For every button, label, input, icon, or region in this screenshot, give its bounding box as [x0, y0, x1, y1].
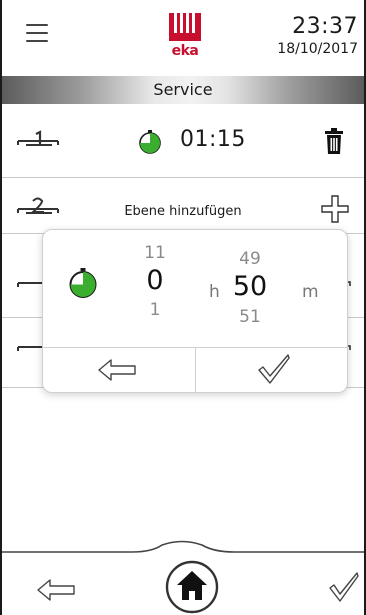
dialog-button-divider [195, 348, 196, 392]
eka-logo-mark [169, 13, 201, 41]
plus-icon[interactable] [320, 194, 350, 224]
arrow-left-icon[interactable] [97, 358, 137, 382]
timer-icon [139, 130, 161, 154]
level-row-1: 01:15 [2, 112, 364, 178]
minutes-current[interactable]: 50 [229, 270, 271, 304]
home-icon[interactable] [165, 560, 219, 614]
page-title: Service [2, 76, 364, 104]
hours-next[interactable]: 1 [135, 298, 175, 322]
service-screen: eka 23:37 18/10/2017 Service 01:15 Ebene… [0, 0, 366, 615]
arrow-left-icon[interactable] [36, 578, 76, 602]
time-picker-dialog: 11 0 1 h 49 50 51 m [42, 229, 348, 393]
header: eka 23:37 18/10/2017 [2, 0, 364, 76]
level-row-2[interactable]: Ebene hinzufügen [2, 178, 364, 234]
minutes-prev[interactable]: 49 [229, 248, 271, 270]
hours-current[interactable]: 0 [135, 264, 175, 298]
current-time: 23:37 [292, 14, 358, 39]
minutes-next[interactable]: 51 [229, 304, 271, 330]
clock: 23:37 18/10/2017 [277, 14, 358, 57]
add-level-label: Ebene hinzufügen [124, 204, 242, 219]
level-1-icon [17, 130, 59, 146]
hours-prev[interactable]: 11 [135, 242, 175, 264]
logo-text: eka [171, 43, 199, 59]
hours-unit: h [209, 282, 220, 302]
level-1-time: 01:15 [180, 127, 246, 152]
hamburger-menu-icon[interactable] [26, 24, 48, 44]
current-date: 18/10/2017 [277, 41, 358, 57]
minutes-unit: m [302, 282, 319, 302]
checkmark-icon[interactable] [257, 352, 291, 386]
minutes-spinner[interactable]: 49 50 51 [229, 248, 271, 330]
trash-icon[interactable] [324, 128, 344, 154]
brand-logo: eka [169, 13, 201, 61]
footer-bar [2, 540, 364, 615]
timer-icon [69, 268, 97, 298]
checkmark-icon[interactable] [328, 570, 360, 604]
hours-spinner[interactable]: 11 0 1 [135, 242, 175, 322]
